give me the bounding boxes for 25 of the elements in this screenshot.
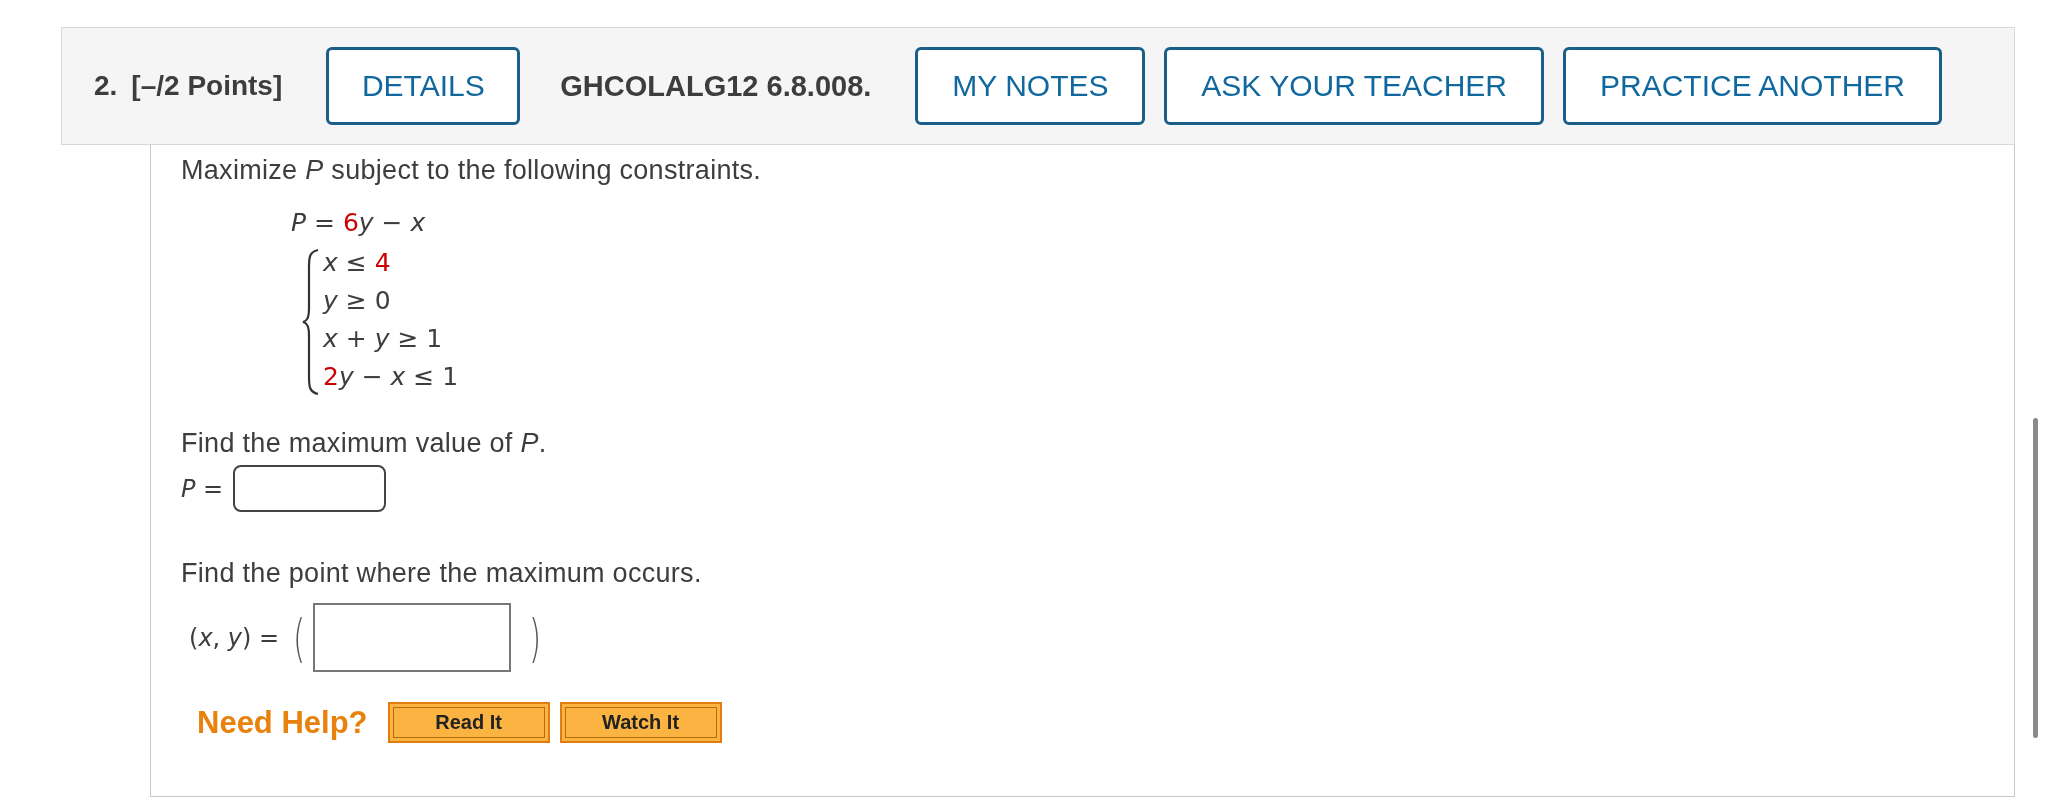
parenthesis: ) [529,607,542,668]
constraint: y ≥ 0 [323,285,392,317]
header-button[interactable]: ASK YOUR TEACHER [1164,47,1544,125]
points-label: [–/2 Points] [131,70,283,102]
help-button[interactable]: Watch It [559,702,722,743]
help-button[interactable]: Read It [387,702,550,743]
constraint: x ≤ 4 [323,247,392,279]
objective-function: P = 6y − x [291,207,427,239]
answer-field[interactable] [233,465,387,512]
question-text: Find the maximum value of P. [181,428,548,459]
question-text: Maximize P subject to the following constraints. [181,155,763,186]
header-button[interactable]: MY NOTES [915,47,1146,125]
constraint: 2y − x ≤ 1 [323,361,459,393]
header-button[interactable]: PRACTICE ANOTHER [1563,47,1943,125]
constraint: x + y ≥ 1 [323,323,444,355]
answer-label: P = [181,474,224,503]
question-number: 2. [94,70,118,102]
parenthesis: ( [293,607,306,668]
answer-field[interactable] [313,603,512,672]
question-text: Find the point where the maximum occurs. [181,558,703,589]
problem-code: GHCOLALG12 6.8.008. [560,69,872,103]
need-help-label: Need Help? [197,704,368,741]
answer-label: (x, y) = [189,623,280,652]
scrollbar-thumb[interactable] [2033,418,2038,738]
details-button[interactable]: DETAILS [326,47,521,125]
